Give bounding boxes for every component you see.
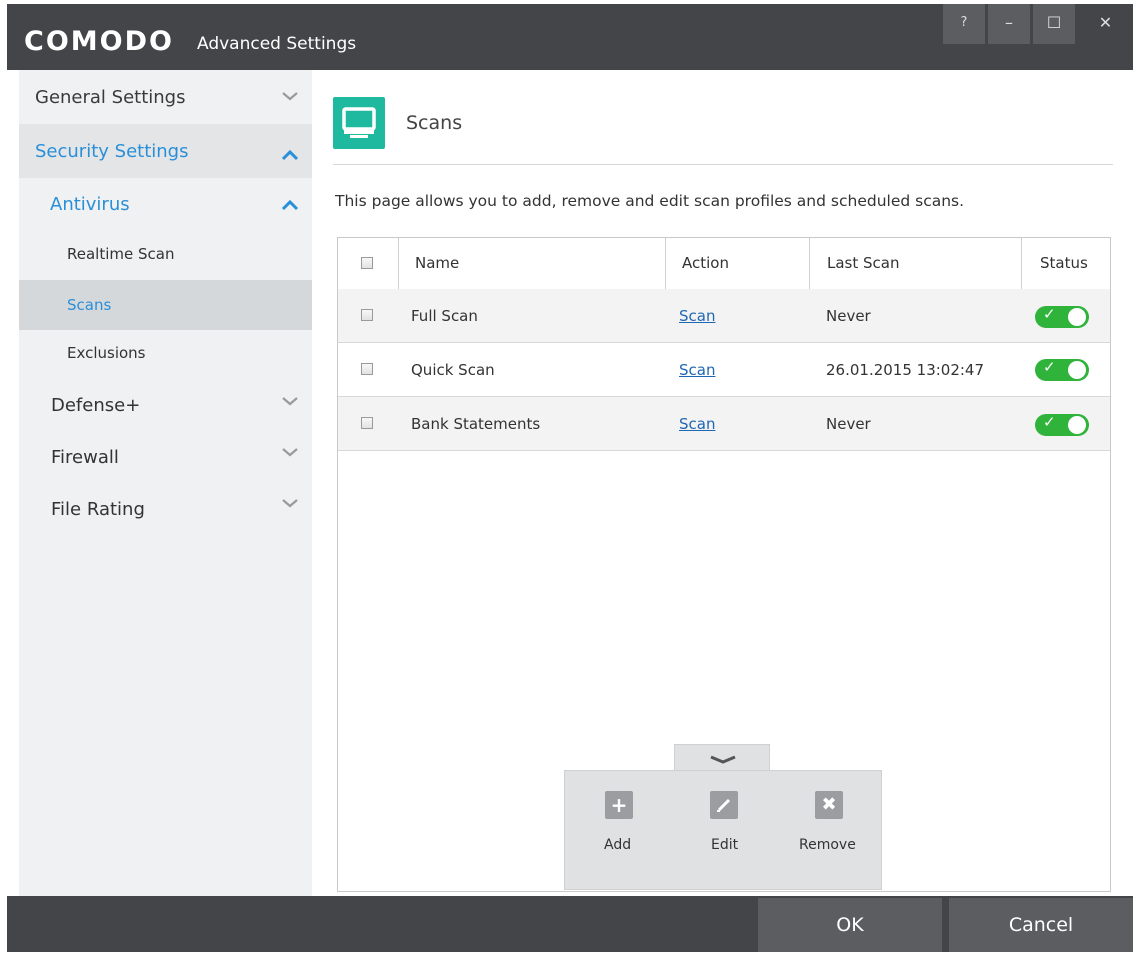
sidebar-item-label: File Rating <box>51 499 145 520</box>
remove-icon[interactable]: ✖ <box>815 791 843 819</box>
sidebar-item-security-settings[interactable]: Security Settings <box>19 124 312 178</box>
column-divider <box>398 238 399 289</box>
monitor-icon <box>333 97 385 149</box>
action-panel: + Add Edit ✖ Remove <box>564 770 882 890</box>
last-scan-value: 26.01.2015 13:02:47 <box>826 361 985 379</box>
last-scan-value: Never <box>826 307 871 325</box>
add-button[interactable]: Add <box>604 837 631 853</box>
sidebar-item-label: Exclusions <box>67 344 146 362</box>
sidebar-item-label: Security Settings <box>35 141 189 162</box>
window-title: Advanced Settings <box>197 34 357 54</box>
checkmark-icon: ✓ <box>1043 358 1056 376</box>
chevron-down-icon <box>282 397 298 406</box>
advanced-settings-window: COMODO Advanced Settings ? – ☐ ✕ General… <box>7 4 1133 952</box>
scan-name: Quick Scan <box>411 361 495 379</box>
help-button[interactable]: ? <box>943 4 985 44</box>
chevron-up-icon <box>281 199 299 211</box>
sidebar-item-file-rating[interactable]: File Rating <box>19 480 312 530</box>
row-checkbox[interactable] <box>361 417 373 429</box>
page-description: This page allows you to add, remove and … <box>335 192 965 210</box>
table-header: Name Action Last Scan Status <box>338 238 1110 290</box>
status-toggle[interactable]: ✓ <box>1035 305 1089 328</box>
last-scan-value: Never <box>826 415 871 433</box>
status-toggle[interactable]: ✓ <box>1035 413 1089 436</box>
sidebar-item-label: General Settings <box>35 87 186 108</box>
scan-name: Bank Statements <box>411 415 541 433</box>
checkmark-icon: ✓ <box>1043 305 1056 323</box>
table-row[interactable]: Bank Statements Scan Never ✓ <box>338 397 1110 451</box>
divider <box>333 164 1113 165</box>
scan-link[interactable]: Scan <box>679 415 715 433</box>
scan-name: Full Scan <box>411 307 478 325</box>
checkmark-icon: ✓ <box>1043 413 1056 431</box>
sidebar-item-realtime-scan[interactable]: Realtime Scan <box>19 230 312 280</box>
column-header-action[interactable]: Action <box>682 238 729 289</box>
column-header-status[interactable]: Status <box>1040 238 1088 289</box>
maximize-button[interactable]: ☐ <box>1033 4 1075 44</box>
sidebar-item-firewall[interactable]: Firewall <box>19 430 312 480</box>
column-header-last-scan[interactable]: Last Scan <box>827 238 899 289</box>
sidebar-item-label: Antivirus <box>50 194 130 215</box>
sidebar-item-label: Firewall <box>51 447 119 468</box>
close-button[interactable]: ✕ <box>1078 4 1133 44</box>
title-bar: COMODO Advanced Settings ? – ☐ ✕ <box>7 4 1133 70</box>
footer-bar: OK Cancel <box>7 896 1133 952</box>
sidebar-item-general-settings[interactable]: General Settings <box>19 70 312 124</box>
scan-link[interactable]: Scan <box>679 307 715 325</box>
column-divider <box>665 238 666 289</box>
sidebar-item-defense-plus[interactable]: Defense+ <box>19 380 312 430</box>
chevron-down-icon <box>282 499 298 508</box>
column-divider <box>1021 238 1022 289</box>
minimize-button[interactable]: – <box>988 4 1030 44</box>
chevron-up-icon <box>281 149 299 161</box>
page-title: Scans <box>406 112 463 134</box>
sidebar-item-exclusions[interactable]: Exclusions <box>19 330 312 380</box>
table-row[interactable]: Full Scan Scan Never ✓ <box>338 289 1110 343</box>
edit-icon[interactable] <box>710 791 738 819</box>
select-all-checkbox[interactable] <box>361 257 373 269</box>
column-header-name[interactable]: Name <box>415 238 459 289</box>
edit-button[interactable]: Edit <box>711 837 738 853</box>
sidebar: General Settings Security Settings Antiv… <box>19 70 312 896</box>
sidebar-item-scans[interactable]: Scans <box>19 280 312 330</box>
toggle-knob <box>1068 361 1086 379</box>
cancel-button[interactable]: Cancel <box>949 898 1133 952</box>
toggle-knob <box>1068 416 1086 434</box>
add-icon[interactable]: + <box>605 791 633 819</box>
comodo-logo: COMODO <box>24 26 174 57</box>
toggle-knob <box>1068 308 1086 326</box>
sidebar-item-label: Scans <box>67 296 112 314</box>
chevron-down-icon <box>282 448 298 457</box>
row-checkbox[interactable] <box>361 309 373 321</box>
sidebar-item-label: Realtime Scan <box>67 245 175 263</box>
sidebar-item-antivirus[interactable]: Antivirus <box>19 180 312 230</box>
chevron-down-icon <box>282 92 298 101</box>
scan-link[interactable]: Scan <box>679 361 715 379</box>
column-divider <box>809 238 810 289</box>
row-checkbox[interactable] <box>361 363 373 375</box>
table-row[interactable]: Quick Scan Scan 26.01.2015 13:02:47 ✓ <box>338 343 1110 397</box>
sidebar-item-label: Defense+ <box>51 395 141 416</box>
remove-button[interactable]: Remove <box>799 837 856 853</box>
status-toggle[interactable]: ✓ <box>1035 358 1089 381</box>
ok-button[interactable]: OK <box>758 898 942 952</box>
